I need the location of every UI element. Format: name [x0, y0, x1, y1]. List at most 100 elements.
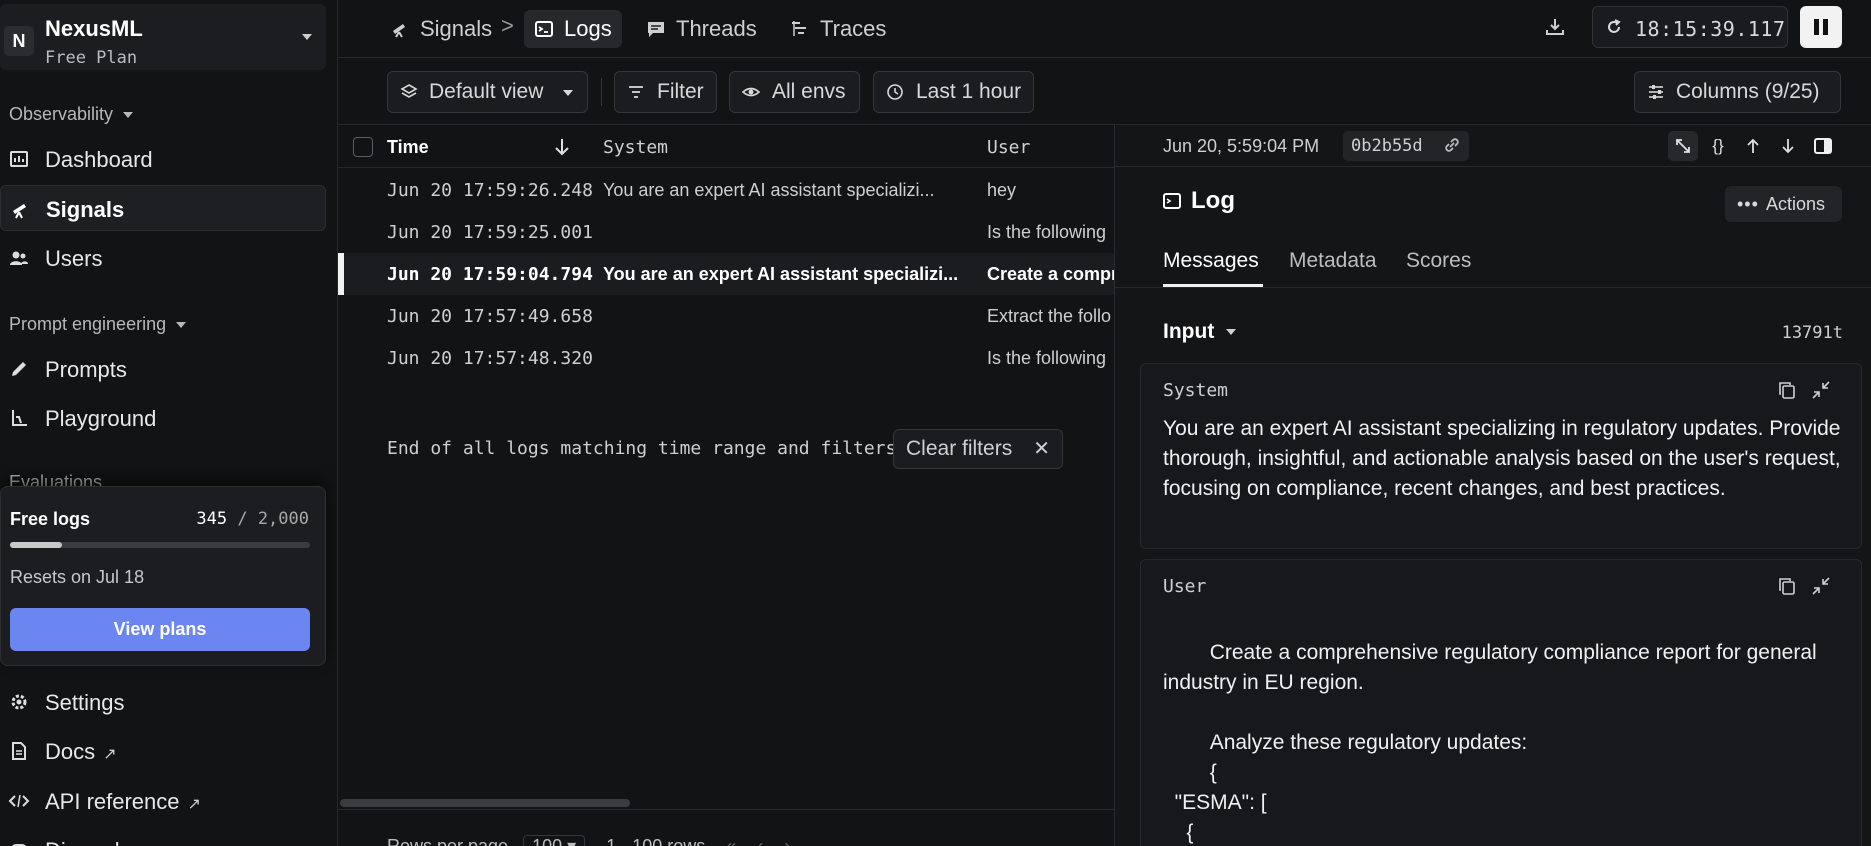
message-content: Create a comprehensive regulatory compli… — [1163, 641, 1817, 844]
tab-messages[interactable]: Messages — [1163, 249, 1259, 273]
cell-user: Is the following — [987, 222, 1107, 242]
filter-icon — [629, 86, 643, 98]
prev-page-icon[interactable]: ‹ — [757, 836, 763, 846]
message-actions — [1777, 576, 1837, 596]
token-count: 13791t — [1781, 323, 1843, 343]
telescope-icon — [13, 204, 26, 219]
download-icon[interactable] — [1544, 16, 1566, 38]
collapse-icon[interactable] — [1811, 576, 1831, 596]
column-header-time[interactable]: Time — [387, 137, 429, 158]
message-card-user: User Create a comprehensive regulatory c… — [1140, 559, 1862, 846]
previous-log-button[interactable] — [1738, 131, 1768, 161]
toolbar-divider — [601, 78, 602, 106]
next-page-icon[interactable]: › — [784, 836, 790, 846]
table-row-selected[interactable]: Jun 20 17:59:04.794 You are an expert AI… — [338, 253, 1116, 295]
log-date: Jun 20, 5:59:04 PM — [1163, 136, 1320, 156]
column-header-user[interactable]: User — [987, 137, 1030, 158]
message-role: System — [1163, 380, 1229, 401]
tab-threads[interactable]: Threads — [636, 10, 767, 48]
page-size-select[interactable]: 100 ▾ — [523, 835, 586, 846]
log-id: 0b2b55d — [1351, 136, 1423, 156]
cell-user: Create a compr — [987, 264, 1116, 284]
env-label: All envs — [772, 80, 846, 103]
env-selector[interactable]: All envs — [729, 71, 860, 113]
refresh-time-button[interactable]: 18:15:39.117 — [1592, 6, 1788, 48]
org-switcher[interactable]: N NexusML Free Plan — [0, 4, 326, 70]
collapse-icon[interactable] — [1811, 380, 1831, 400]
input-section-toggle[interactable]: Input — [1163, 320, 1237, 344]
log-detail-panel: Jun 20, 5:59:04 PM 0b2b55d {} Log ••• Ac… — [1114, 124, 1871, 846]
expand-icon — [1676, 139, 1690, 153]
discord-icon — [12, 844, 26, 846]
logs-table: Time System User Jun 20 17:59:26.248 You… — [338, 124, 1116, 846]
horizontal-scrollbar[interactable] — [340, 799, 630, 807]
sidebar-item-label: API reference ↗ — [45, 789, 201, 814]
usage-progress-bar — [10, 542, 310, 548]
sidebar-item-settings[interactable]: Settings — [0, 679, 326, 725]
chevron-down-icon — [123, 112, 134, 119]
expand-button[interactable] — [1668, 131, 1698, 161]
code-icon — [8, 794, 30, 808]
sidebar-item-discord[interactable]: Discord↗ — [0, 827, 326, 846]
clock-icon — [887, 84, 903, 100]
time-range-selector[interactable]: Last 1 hour — [873, 71, 1034, 113]
sidebar-item-api-reference[interactable]: API reference ↗ — [0, 778, 326, 824]
usage-count: 345 / 2,000 — [196, 509, 309, 529]
toggle-panel-button[interactable] — [1808, 131, 1838, 161]
users-icon — [10, 251, 28, 265]
pause-icon — [1814, 19, 1819, 35]
table-row[interactable]: Jun 20 17:57:49.658 Extract the follo — [338, 295, 1116, 337]
sort-desc-icon[interactable] — [554, 137, 570, 157]
page-range: 1 - 100 rows — [606, 836, 706, 846]
clear-filters-button[interactable]: Clear filters ✕ — [893, 429, 1063, 469]
sidebar-item-label: Prompts — [45, 357, 127, 382]
view-selector[interactable]: Default view — [387, 71, 588, 113]
pause-button[interactable] — [1800, 6, 1842, 48]
section-prompt-engineering[interactable]: Prompt engineering — [9, 314, 187, 335]
panel-right-icon — [1814, 138, 1832, 154]
external-link-icon: ↗ — [187, 796, 201, 813]
columns-label: Columns (9/25) — [1676, 80, 1820, 103]
tab-logs[interactable]: Logs — [524, 10, 622, 48]
cell-user: Is the following — [987, 348, 1107, 368]
sidebar-item-signals[interactable]: Signals — [0, 185, 326, 231]
tab-traces[interactable]: Traces — [780, 10, 896, 48]
copy-icon[interactable] — [1777, 576, 1797, 596]
columns-button[interactable]: Columns (9/25) — [1634, 71, 1841, 113]
usage-used: 345 — [196, 509, 228, 529]
cell-time: Jun 20 17:57:49.658 — [387, 306, 593, 327]
copy-icon[interactable] — [1777, 380, 1797, 400]
sidebar-item-playground[interactable]: Playground — [0, 395, 326, 441]
actions-button[interactable]: ••• Actions — [1725, 186, 1842, 222]
sidebar-item-label: Playground — [45, 406, 157, 431]
table-row[interactable]: Jun 20 17:59:26.248 You are an expert AI… — [338, 169, 1116, 211]
pagination: Rows per page 100 ▾ 1 - 100 rows « ‹ › — [387, 835, 790, 846]
table-row[interactable]: Jun 20 17:57:48.320 Is the following — [338, 337, 1116, 379]
view-plans-button[interactable]: View plans — [10, 608, 310, 651]
json-view-icon[interactable]: {} — [1703, 131, 1733, 161]
breadcrumb-signals[interactable]: Signals — [380, 10, 502, 48]
top-bar: Signals > Logs Threads Traces 18:15:39.1… — [338, 0, 1871, 58]
usage-progress-fill — [10, 542, 62, 548]
cell-system: You are an expert AI assistant specializ… — [603, 264, 959, 284]
tab-metadata[interactable]: Metadata — [1289, 249, 1377, 273]
sidebar-item-users[interactable]: Users — [0, 235, 326, 281]
link-icon — [1445, 138, 1459, 152]
next-log-button[interactable] — [1773, 131, 1803, 161]
sidebar-item-prompts[interactable]: Prompts — [0, 346, 326, 392]
table-row[interactable]: Jun 20 17:59:25.001 Is the following — [338, 211, 1116, 253]
cell-time: Jun 20 17:59:04.794 — [387, 264, 593, 285]
sidebar-item-docs[interactable]: Docs ↗ — [0, 728, 326, 774]
tab-scores[interactable]: Scores — [1406, 249, 1471, 273]
first-page-icon[interactable]: « — [726, 836, 736, 846]
column-header-system[interactable]: System — [603, 137, 668, 158]
panel-title: Log — [1163, 187, 1235, 215]
select-all-checkbox[interactable] — [353, 137, 373, 157]
chat-icon — [648, 22, 664, 37]
log-id-badge[interactable]: 0b2b55d — [1343, 131, 1469, 161]
message-content: You are an expert AI assistant specializ… — [1163, 417, 1841, 500]
section-observability[interactable]: Observability — [9, 104, 134, 125]
sidebar-item-dashboard[interactable]: Dashboard — [0, 136, 326, 182]
filter-button[interactable]: Filter — [614, 71, 717, 113]
actions-label: Actions — [1766, 194, 1826, 214]
